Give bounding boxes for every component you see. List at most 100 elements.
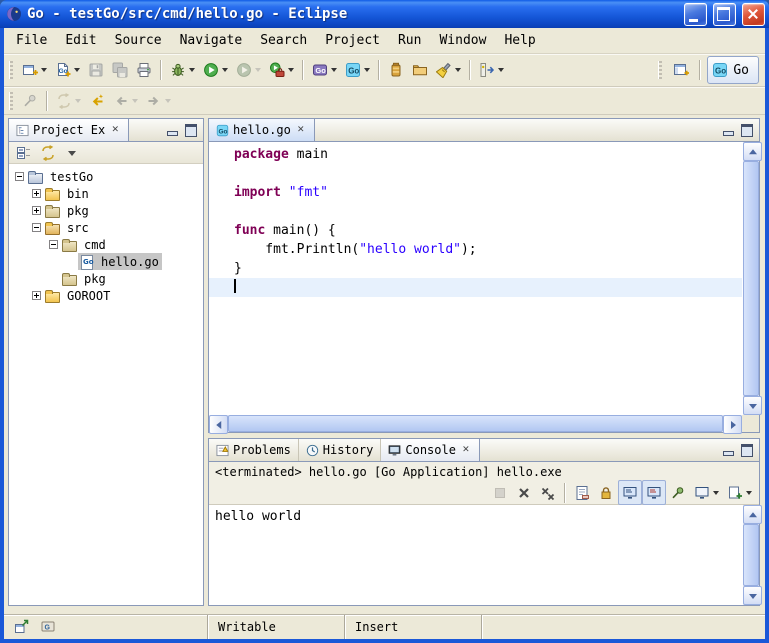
tab-project-explorer[interactable]: Project Ex: [9, 119, 129, 141]
scroll-lock-button[interactable]: [594, 480, 618, 505]
forward-button[interactable]: [142, 87, 175, 115]
tree-item-pkg[interactable]: pkg: [9, 270, 203, 287]
last-edit-location-button[interactable]: [85, 87, 109, 115]
workspace-status-button[interactable]: G: [37, 616, 59, 638]
menu-search[interactable]: Search: [251, 31, 316, 51]
pin-console-button[interactable]: [666, 480, 690, 505]
next-annotation-button[interactable]: [475, 56, 508, 84]
menu-source[interactable]: Source: [106, 31, 171, 51]
menu-navigate[interactable]: Navigate: [171, 31, 252, 51]
back-button[interactable]: [109, 87, 142, 115]
new-go-element-button[interactable]: Go: [51, 56, 84, 84]
tab-console[interactable]: Console: [381, 439, 480, 461]
code-line-3[interactable]: import "fmt": [209, 183, 742, 202]
scroll-left-icon[interactable]: [209, 415, 228, 434]
tree-item-src[interactable]: src: [9, 219, 203, 236]
close-icon[interactable]: [460, 444, 472, 456]
code-line-8[interactable]: [209, 278, 742, 297]
code-line-5[interactable]: func main() {: [209, 221, 742, 240]
dropdown-arrow-icon[interactable]: [165, 99, 171, 103]
code-line-6[interactable]: fmt.Println("hello world");: [209, 240, 742, 259]
dropdown-arrow-icon[interactable]: [498, 68, 504, 72]
minimize-view-button[interactable]: [164, 123, 180, 137]
code-line-7[interactable]: }: [209, 259, 742, 278]
toolbar-grip[interactable]: [9, 61, 13, 79]
search-button[interactable]: [432, 56, 465, 84]
tree-expander-icon[interactable]: [32, 206, 41, 215]
maximize-view-button[interactable]: [183, 123, 199, 137]
tree-expander-icon[interactable]: [32, 189, 41, 198]
dropdown-arrow-icon[interactable]: [713, 491, 719, 495]
menu-window[interactable]: Window: [430, 31, 495, 51]
tree-item-bin[interactable]: bin: [9, 185, 203, 202]
debug-button[interactable]: [166, 56, 199, 84]
tree-item-hello-go[interactable]: hello.go: [9, 253, 203, 270]
vertical-scrollbar[interactable]: [742, 505, 759, 605]
scrollbar-thumb[interactable]: [228, 415, 723, 432]
dropdown-arrow-icon[interactable]: [41, 68, 47, 72]
close-icon[interactable]: [295, 124, 307, 136]
dropdown-arrow-icon[interactable]: [331, 68, 337, 72]
gold-folder-button[interactable]: [408, 56, 432, 84]
minimize-button[interactable]: [684, 3, 707, 26]
dropdown-arrow-icon[interactable]: [189, 68, 195, 72]
new-wizard-button[interactable]: [18, 56, 51, 84]
tree-expander-icon[interactable]: [32, 291, 41, 300]
tab-problems[interactable]: Problems: [209, 439, 299, 461]
fast-view-button[interactable]: [11, 616, 33, 638]
scroll-down-icon[interactable]: [743, 586, 762, 605]
remove-launch-button[interactable]: [512, 480, 536, 505]
scrollbar-thumb[interactable]: [743, 161, 759, 396]
console-output[interactable]: hello world: [209, 505, 742, 605]
code-line-1[interactable]: package main: [209, 145, 742, 164]
tree-item-testgo[interactable]: testGo: [9, 168, 203, 185]
title-bar[interactable]: Go - testGo/src/cmd/hello.go - Eclipse: [0, 0, 769, 28]
code-area[interactable]: package main import "fmt" func main() { fm…: [209, 142, 742, 414]
go-perspective-button[interactable]: Go Go: [707, 56, 759, 84]
tab-history[interactable]: History: [299, 439, 382, 461]
toolbar-grip[interactable]: [9, 92, 13, 110]
external-tools-button[interactable]: [265, 56, 298, 84]
dropdown-arrow-icon[interactable]: [288, 68, 294, 72]
show-stdout-button[interactable]: [618, 480, 642, 505]
dropdown-arrow-icon[interactable]: [74, 68, 80, 72]
dropdown-arrow-icon[interactable]: [255, 68, 261, 72]
go-package-button[interactable]: Go: [308, 56, 341, 84]
menu-project[interactable]: Project: [316, 31, 389, 51]
collapse-all-button[interactable]: [12, 141, 36, 164]
open-jar-button[interactable]: [384, 56, 408, 84]
maximize-view-button[interactable]: [739, 123, 755, 137]
link-with-editor-button[interactable]: [52, 87, 85, 115]
save-button[interactable]: [84, 56, 108, 84]
open-perspective-button[interactable]: [669, 56, 693, 84]
clear-console-button[interactable]: [570, 480, 594, 505]
dropdown-arrow-icon[interactable]: [455, 68, 461, 72]
tree-expander-icon[interactable]: [15, 172, 24, 181]
menu-file[interactable]: File: [7, 31, 56, 51]
tree-item-goroot[interactable]: GOROOT: [9, 287, 203, 304]
minimize-view-button[interactable]: [720, 443, 736, 457]
save-all-button[interactable]: [108, 56, 132, 84]
go-launch-button[interactable]: Go: [341, 56, 374, 84]
toolbar-grip[interactable]: [658, 61, 662, 79]
link-with-editor-button[interactable]: [36, 141, 60, 164]
tree-expander-icon[interactable]: [49, 240, 58, 249]
dropdown-arrow-icon[interactable]: [75, 99, 81, 103]
code-line-4[interactable]: [209, 202, 742, 221]
run-button[interactable]: [199, 56, 232, 84]
view-menu-button[interactable]: [60, 141, 84, 164]
menu-run[interactable]: Run: [389, 31, 430, 51]
show-stderr-button[interactable]: [642, 480, 666, 505]
run-history-button[interactable]: [232, 56, 265, 84]
tree-expander-icon[interactable]: [32, 223, 41, 232]
maximize-view-button[interactable]: [739, 443, 755, 457]
scroll-up-icon[interactable]: [743, 142, 762, 161]
remove-all-launches-button[interactable]: [536, 480, 560, 505]
tree-item-pkg[interactable]: pkg: [9, 202, 203, 219]
menu-help[interactable]: Help: [495, 31, 544, 51]
dropdown-arrow-icon[interactable]: [364, 68, 370, 72]
menu-edit[interactable]: Edit: [56, 31, 105, 51]
tree-item-cmd[interactable]: cmd: [9, 236, 203, 253]
dropdown-arrow-icon[interactable]: [132, 99, 138, 103]
tab-hello-go[interactable]: Go hello.go: [209, 119, 315, 141]
